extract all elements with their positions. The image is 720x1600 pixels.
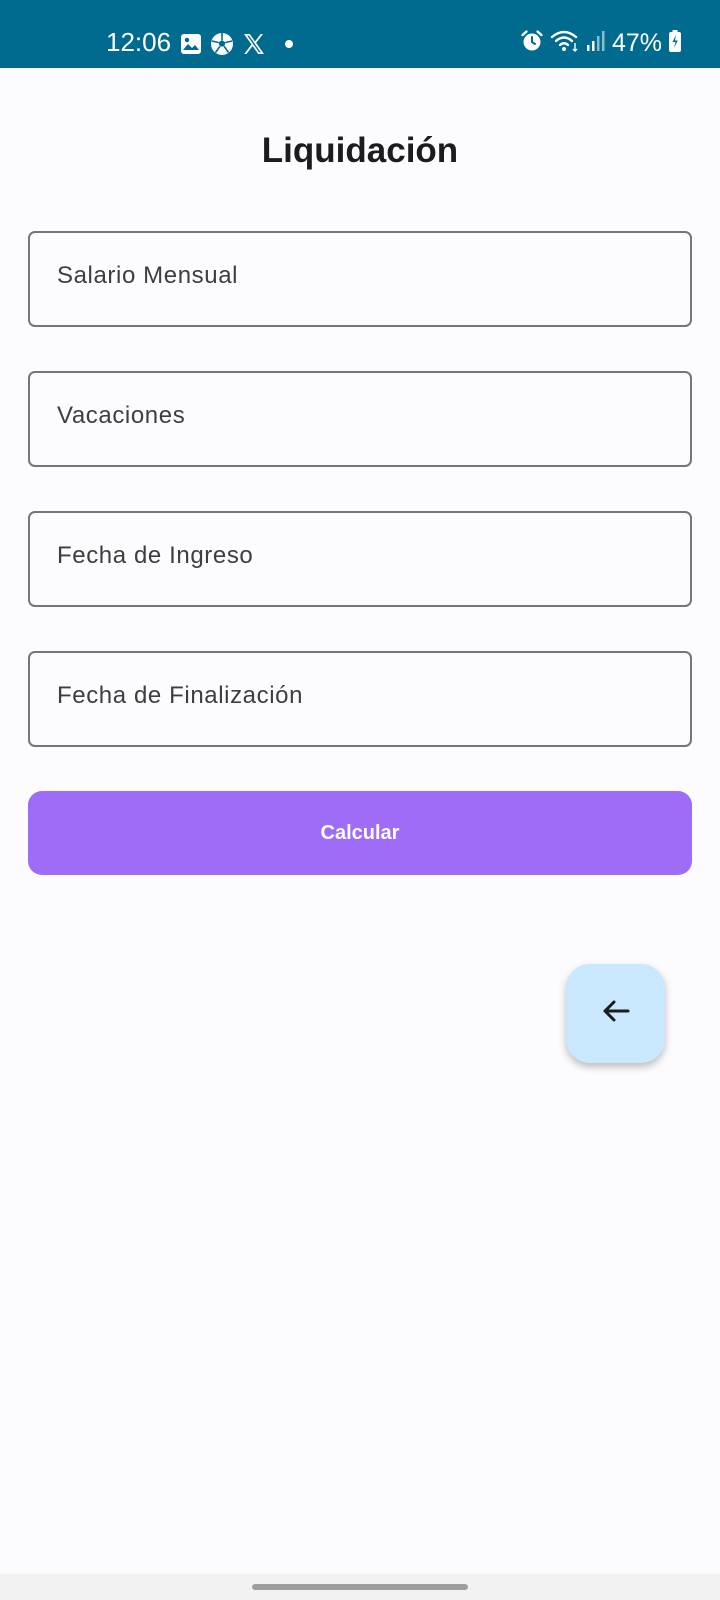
field-label: Vacaciones xyxy=(57,402,186,429)
field-label: Fecha de Ingreso xyxy=(57,542,254,569)
notification-dot-icon xyxy=(284,39,294,49)
soccer-ball-icon xyxy=(210,32,234,56)
battery-icon xyxy=(668,29,682,58)
x-logo-icon xyxy=(242,32,266,56)
gallery-icon xyxy=(180,33,202,55)
navigation-bar xyxy=(0,1574,720,1600)
home-gesture-handle[interactable] xyxy=(252,1584,468,1590)
status-time: 12:06 xyxy=(106,27,172,57)
fecha-ingreso-field[interactable]: Fecha de Ingreso xyxy=(28,511,692,607)
page-title: Liquidación xyxy=(261,131,459,170)
field-label: Fecha de Finalización xyxy=(57,682,304,709)
alarm-icon xyxy=(520,29,544,58)
signal-icon xyxy=(586,29,606,58)
arrow-back-icon xyxy=(599,994,633,1033)
system-icons: 47% xyxy=(520,28,682,58)
vacaciones-field[interactable]: Vacaciones xyxy=(28,371,692,467)
field-label: Salario Mensual xyxy=(57,262,239,289)
back-fab-button[interactable] xyxy=(566,964,665,1063)
salario-mensual-field[interactable]: Salario Mensual xyxy=(28,231,692,327)
calcular-button[interactable]: Calcular xyxy=(28,791,692,875)
status-bar: 12:06 47% xyxy=(0,0,720,68)
fecha-finalizacion-field[interactable]: Fecha de Finalización xyxy=(28,651,692,747)
battery-percent: 47% xyxy=(611,29,662,57)
notification-icons xyxy=(180,30,294,58)
wifi-icon xyxy=(550,29,580,58)
